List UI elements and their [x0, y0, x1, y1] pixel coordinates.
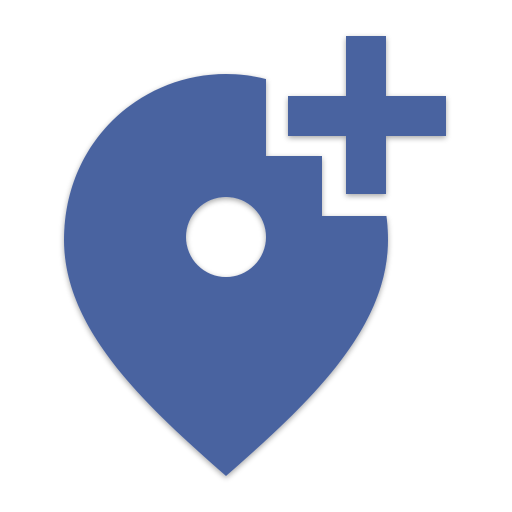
add-location-icon: [64, 36, 446, 476]
app-icon-canvas: [0, 0, 512, 512]
